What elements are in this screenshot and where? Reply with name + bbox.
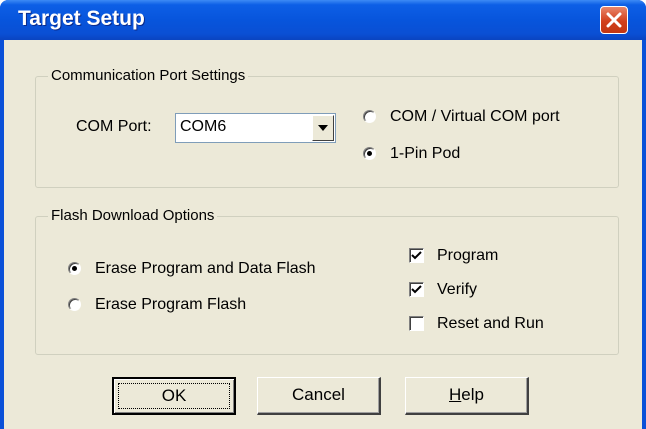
checkbox-program-label[interactable]: Program <box>437 246 498 266</box>
radio-erase-program-and-data-flash[interactable] <box>68 262 81 275</box>
target-setup-dialog: Target Setup Communication Port Settings… <box>0 0 646 429</box>
checkbox-verify[interactable] <box>409 282 424 297</box>
cancel-button[interactable]: Cancel <box>257 377 381 415</box>
checkbox-program[interactable] <box>409 248 424 263</box>
help-mnemonic: H <box>449 385 462 404</box>
com-port-dropdown-button[interactable] <box>312 115 334 141</box>
com-port-value: COM6 <box>180 118 227 135</box>
dialog-body: Communication Port Settings COM Port: CO… <box>4 40 642 429</box>
flash-download-options-legend: Flash Download Options <box>48 207 218 225</box>
checkmark-icon <box>411 251 422 260</box>
help-button[interactable]: Help <box>405 377 529 415</box>
flash-download-options-group: Flash Download Options <box>35 207 619 355</box>
radio-com-virtual-com-port-label[interactable]: COM / Virtual COM port <box>390 107 560 127</box>
help-button-label: Help <box>449 385 484 404</box>
radio-selected-dot <box>72 266 77 271</box>
radio-com-virtual-com-port[interactable] <box>363 110 376 123</box>
checkmark-icon <box>411 285 422 294</box>
com-port-select[interactable]: COM6 <box>175 113 336 143</box>
checkbox-reset-and-run-label[interactable]: Reset and Run <box>437 314 544 334</box>
communication-port-settings-legend: Communication Port Settings <box>48 67 249 85</box>
help-label-rest: elp <box>461 385 484 404</box>
close-button[interactable] <box>600 6 628 34</box>
radio-erase-program-flash[interactable] <box>68 298 81 311</box>
title-bar[interactable]: Target Setup <box>0 0 646 40</box>
chevron-down-icon <box>318 125 328 131</box>
checkbox-verify-label[interactable]: Verify <box>437 280 477 300</box>
radio-1-pin-pod-label[interactable]: 1-Pin Pod <box>390 144 460 164</box>
cancel-button-label: Cancel <box>292 385 345 404</box>
ok-button[interactable]: OK <box>112 377 236 415</box>
radio-1-pin-pod[interactable] <box>363 147 376 160</box>
ok-button-label: OK <box>161 386 187 405</box>
radio-erase-program-and-data-flash-label[interactable]: Erase Program and Data Flash <box>95 259 316 279</box>
radio-erase-program-flash-label[interactable]: Erase Program Flash <box>95 295 246 315</box>
close-icon <box>606 12 622 28</box>
dialog-title: Target Setup <box>18 7 145 30</box>
checkbox-reset-and-run[interactable] <box>409 316 424 331</box>
radio-selected-dot <box>367 151 372 156</box>
com-port-label: COM Port: <box>76 118 152 135</box>
